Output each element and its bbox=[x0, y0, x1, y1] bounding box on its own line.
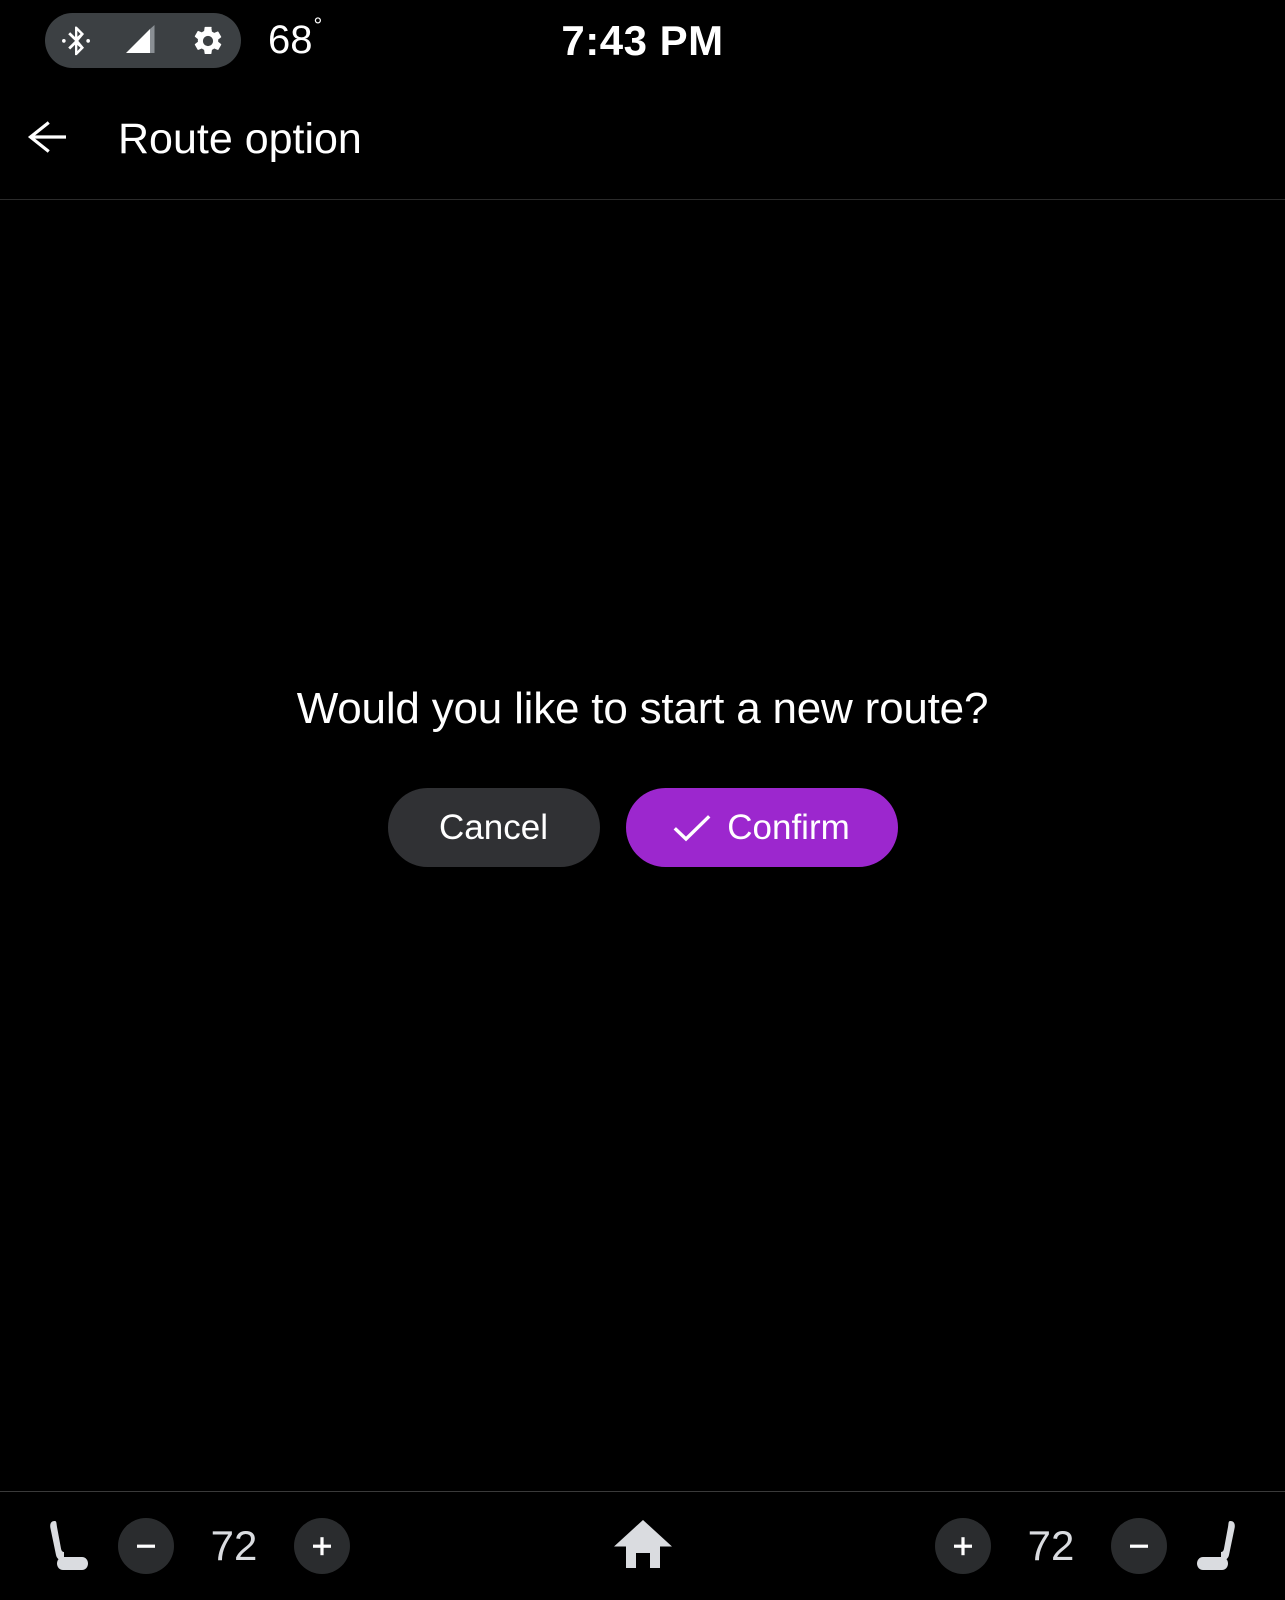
home-icon bbox=[612, 1515, 674, 1578]
car-seat-icon[interactable] bbox=[38, 1515, 96, 1577]
passenger-temp-decrease-button[interactable] bbox=[1111, 1518, 1167, 1574]
dialog-message: Would you like to start a new route? bbox=[296, 684, 989, 733]
driver-temp-increase-button[interactable] bbox=[294, 1518, 350, 1574]
dialog-actions: Cancel Confirm bbox=[387, 788, 898, 867]
confirm-button[interactable]: Confirm bbox=[625, 788, 898, 867]
home-button[interactable] bbox=[583, 1492, 703, 1600]
cancel-button[interactable]: Cancel bbox=[387, 788, 600, 867]
check-icon bbox=[673, 813, 711, 843]
passenger-temp-increase-button[interactable] bbox=[935, 1518, 991, 1574]
new-route-dialog: Would you like to start a new route? Can… bbox=[0, 200, 1285, 1491]
driver-climate-controls: 72 bbox=[38, 1492, 350, 1600]
car-infotainment-screen: 68 ° 7:43 PM Route option Would you like… bbox=[0, 0, 1285, 1600]
confirm-button-label: Confirm bbox=[727, 807, 850, 847]
main-content: Would you like to start a new route? Can… bbox=[0, 200, 1285, 1491]
passenger-temperature-value: 72 bbox=[1027, 1522, 1075, 1569]
passenger-climate-controls: 72 bbox=[935, 1492, 1247, 1600]
bottom-bar: 72 72 bbox=[0, 1492, 1285, 1600]
page-title: Route option bbox=[118, 115, 362, 163]
arrow-left-icon bbox=[25, 117, 71, 162]
driver-temperature-value: 72 bbox=[210, 1522, 258, 1569]
clock: 7:43 PM bbox=[561, 17, 724, 64]
car-seat-icon[interactable] bbox=[1189, 1515, 1247, 1577]
cancel-button-label: Cancel bbox=[439, 807, 548, 847]
back-button[interactable] bbox=[0, 80, 96, 199]
driver-temp-decrease-button[interactable] bbox=[118, 1518, 174, 1574]
status-bar: 68 ° 7:43 PM bbox=[0, 0, 1285, 80]
app-header: Route option bbox=[0, 80, 1285, 199]
